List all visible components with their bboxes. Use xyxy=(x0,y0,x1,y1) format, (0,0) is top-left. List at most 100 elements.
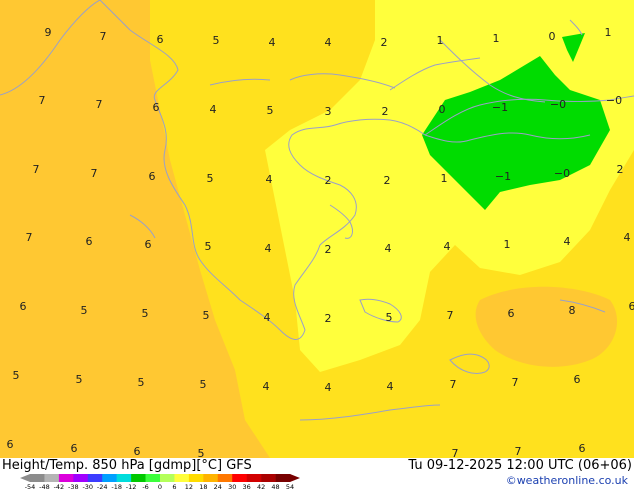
colorbar-swatch xyxy=(188,474,204,482)
colorbar-swatch xyxy=(275,474,291,482)
colorbar-label: -42 xyxy=(54,483,65,490)
colorbar-label: -30 xyxy=(82,483,93,490)
value-label: 7 xyxy=(512,376,519,389)
colorbar-swatch xyxy=(232,474,247,482)
value-label: 5 xyxy=(267,104,274,117)
value-label: 2 xyxy=(381,36,388,49)
colorbar-swatch xyxy=(131,474,146,482)
value-label: 5 xyxy=(142,307,149,320)
value-label: 4 xyxy=(325,381,332,394)
value-label: 6 xyxy=(629,300,634,313)
value-label: −0 xyxy=(606,94,622,107)
value-label: 4 xyxy=(263,380,270,393)
value-label: 6 xyxy=(574,373,581,386)
colorbar-swatch xyxy=(73,474,89,482)
colorbar-label: 12 xyxy=(185,483,193,490)
colorbar-label: 54 xyxy=(286,483,294,490)
colorbar-swatch xyxy=(58,474,74,482)
value-label: 6 xyxy=(157,33,164,46)
colorbar-swatch xyxy=(102,474,117,482)
colorbar-arrow-right xyxy=(290,474,300,482)
value-label: −1 xyxy=(495,170,511,183)
value-label: 7 xyxy=(452,447,459,458)
value-label: 5 xyxy=(13,369,20,382)
colorbar-label: 6 xyxy=(172,483,176,490)
colorbar-swatch xyxy=(160,474,175,482)
colorbar-label: 36 xyxy=(243,483,251,490)
value-label: 2 xyxy=(382,105,389,118)
value-label: 5 xyxy=(207,172,214,185)
value-label: 2 xyxy=(325,174,332,187)
value-label: 7 xyxy=(450,378,457,391)
value-label: 4 xyxy=(269,36,276,49)
value-label: −1 xyxy=(492,101,508,114)
value-label: 7 xyxy=(100,30,107,43)
value-label: 5 xyxy=(198,447,205,458)
value-label: 5 xyxy=(205,240,212,253)
colorbar-label: -18 xyxy=(111,483,122,490)
value-label: 8 xyxy=(569,304,576,317)
value-label: 5 xyxy=(200,378,207,391)
value-label: 6 xyxy=(508,307,515,320)
value-label: 4 xyxy=(444,240,451,253)
value-label: 5 xyxy=(81,304,88,317)
colorbar-swatch xyxy=(116,474,132,482)
value-label: 4 xyxy=(624,231,631,244)
colorbar-label: -54 xyxy=(25,483,36,490)
colorbar-swatch xyxy=(87,474,103,482)
colorbar-swatch xyxy=(261,474,276,482)
value-label: 4 xyxy=(264,311,271,324)
value-label: 7 xyxy=(26,231,33,244)
value-label: 3 xyxy=(325,105,332,118)
colorbar-label: 30 xyxy=(228,483,236,490)
value-label: 4 xyxy=(564,235,571,248)
value-label: 5 xyxy=(203,309,210,322)
colorbar: -54 -48 -42 -38 -30 -24 -18 -12 -6 0 6 12 18 24 30 36 42… xyxy=(20,474,300,490)
value-label: 2 xyxy=(384,174,391,187)
value-label: 6 xyxy=(7,438,14,451)
value-label: 7 xyxy=(515,445,522,458)
value-label: 5 xyxy=(386,311,393,324)
colorbar-labels: -54 -48 -42 -38 -30 -24 -18 -12 -6 0 6 12 18 24 30 36 42… xyxy=(25,483,294,490)
value-label: 4 xyxy=(210,103,217,116)
value-label: 6 xyxy=(579,442,586,455)
value-label: 6 xyxy=(145,238,152,251)
value-label: 7 xyxy=(447,309,454,322)
colorbar-swatches xyxy=(20,474,300,482)
value-label: 4 xyxy=(387,380,394,393)
value-label: 5 xyxy=(76,373,83,386)
colorbar-swatch xyxy=(44,474,60,482)
value-label: 5 xyxy=(213,34,220,47)
colorbar-label: -48 xyxy=(39,483,50,490)
colorbar-arrow-left xyxy=(20,474,30,482)
value-label: −0 xyxy=(550,98,566,111)
colorbar-label: -24 xyxy=(97,483,108,490)
value-label: 0 xyxy=(439,103,446,116)
value-label: 1 xyxy=(441,172,448,185)
colorbar-swatch xyxy=(246,474,262,482)
value-label: 7 xyxy=(39,94,46,107)
colorbar-label: 24 xyxy=(214,483,222,490)
value-label: 6 xyxy=(71,442,78,455)
value-label: 4 xyxy=(385,242,392,255)
value-label: 6 xyxy=(134,445,141,458)
colorbar-swatch xyxy=(145,474,161,482)
credit-link[interactable]: ©weatheronline.co.uk xyxy=(506,474,628,487)
colorbar-label: 18 xyxy=(199,483,207,490)
footer: Height/Temp. 850 hPa [gdmp][°C] GFS Tu 0… xyxy=(0,458,634,490)
colorbar-label: -12 xyxy=(126,483,137,490)
value-label: 7 xyxy=(33,163,40,176)
value-label: 1 xyxy=(493,32,500,45)
colorbar-label: -38 xyxy=(68,483,79,490)
value-label: 1 xyxy=(504,238,511,251)
colorbar-swatch xyxy=(203,474,219,482)
value-label: 0 xyxy=(549,30,556,43)
value-label: 6 xyxy=(20,300,27,313)
value-label: 2 xyxy=(617,163,624,176)
value-label: 7 xyxy=(96,98,103,111)
value-label: 6 xyxy=(153,101,160,114)
value-label: 4 xyxy=(266,173,273,186)
colorbar-swatch xyxy=(174,474,190,482)
weather-map: 9 7 6 5 4 4 2 1 1 0 1 7 7 6 4 5 3 2 0 −1 −0 −0 7 7 6 5 4 2 2 1 −1 −0 2 7 6… xyxy=(0,0,634,458)
value-label: −0 xyxy=(554,167,570,180)
